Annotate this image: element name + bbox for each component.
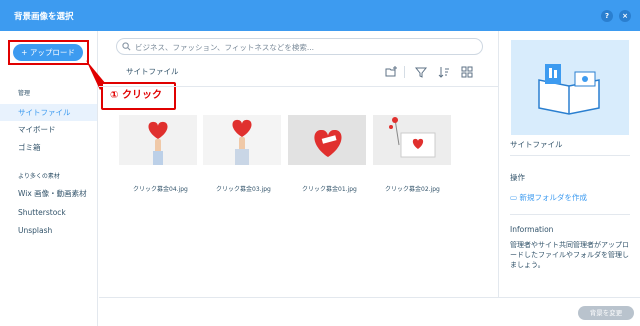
upload-highlight-box bbox=[8, 40, 89, 65]
file-name-02: クリック募金02.jpg bbox=[385, 186, 440, 193]
folder-illustration bbox=[511, 40, 629, 135]
breadcrumb: サイトファイル bbox=[126, 67, 179, 76]
panel-folder-name: サイトファイル bbox=[510, 140, 563, 149]
panel-divider-2 bbox=[510, 214, 630, 215]
new-folder-icon[interactable] bbox=[384, 65, 398, 79]
panel-info-text: 管理者やサイト共同管理者がアップロードしたファイルやフォルダを管理しましょう。 bbox=[510, 241, 629, 269]
sidebar-item-wix-media[interactable]: Wix 画像・動画素材 bbox=[0, 185, 97, 202]
panel-info-heading: Information bbox=[510, 225, 554, 234]
file-thumbnail-02[interactable] bbox=[373, 115, 451, 165]
section-label-more: より多くの素材 bbox=[18, 173, 60, 180]
sidebar-item-unsplash[interactable]: Unsplash bbox=[0, 222, 97, 239]
file-thumbnail-01[interactable] bbox=[288, 115, 366, 165]
toolbar-divider bbox=[404, 66, 405, 78]
close-button[interactable]: × bbox=[619, 10, 631, 22]
search-icon bbox=[122, 42, 131, 51]
file-name-04: クリック募金04.jpg bbox=[133, 186, 188, 193]
file-name-01: クリック募金01.jpg bbox=[302, 186, 357, 193]
search-placeholder: ビジネス、ファッション、フィットネスなどを検索... bbox=[135, 43, 315, 52]
file-thumbnail-04[interactable] bbox=[119, 115, 197, 165]
filter-icon[interactable] bbox=[414, 65, 428, 79]
dialog-titlebar: 背景画像を選択 ? × bbox=[0, 0, 640, 31]
panel-actions-heading: 操作 bbox=[510, 173, 525, 182]
panel-divider-1 bbox=[510, 155, 630, 156]
sidebar-item-site-files[interactable]: サイトファイル bbox=[0, 104, 97, 121]
file-thumbnail-03[interactable] bbox=[203, 115, 281, 165]
dialog-footer: 背景を変更 bbox=[99, 297, 640, 326]
create-folder-label: 新規フォルダを作成 bbox=[519, 193, 587, 202]
sidebar-item-my-boards[interactable]: マイボード bbox=[0, 121, 97, 138]
search-input[interactable]: ビジネス、ファッション、フィットネスなどを検索... bbox=[116, 38, 483, 55]
info-panel: サイトファイル 操作 ▭ 新規フォルダを作成 Information 管理者やサ… bbox=[498, 31, 640, 297]
content-divider bbox=[99, 86, 498, 87]
section-label-manage: 管理 bbox=[18, 90, 31, 97]
file-name-03: クリック募金03.jpg bbox=[216, 186, 271, 193]
dialog-title: 背景画像を選択 bbox=[14, 12, 74, 22]
sidebar-item-shutterstock[interactable]: Shutterstock bbox=[0, 204, 97, 221]
grid-view-icon[interactable] bbox=[460, 65, 474, 79]
change-background-button[interactable]: 背景を変更 bbox=[578, 306, 634, 320]
help-button[interactable]: ? bbox=[601, 10, 613, 22]
create-folder-link[interactable]: ▭ 新規フォルダを作成 bbox=[510, 192, 587, 203]
sidebar-item-trash[interactable]: ゴミ箱 bbox=[0, 139, 97, 156]
sort-icon[interactable] bbox=[437, 65, 451, 79]
